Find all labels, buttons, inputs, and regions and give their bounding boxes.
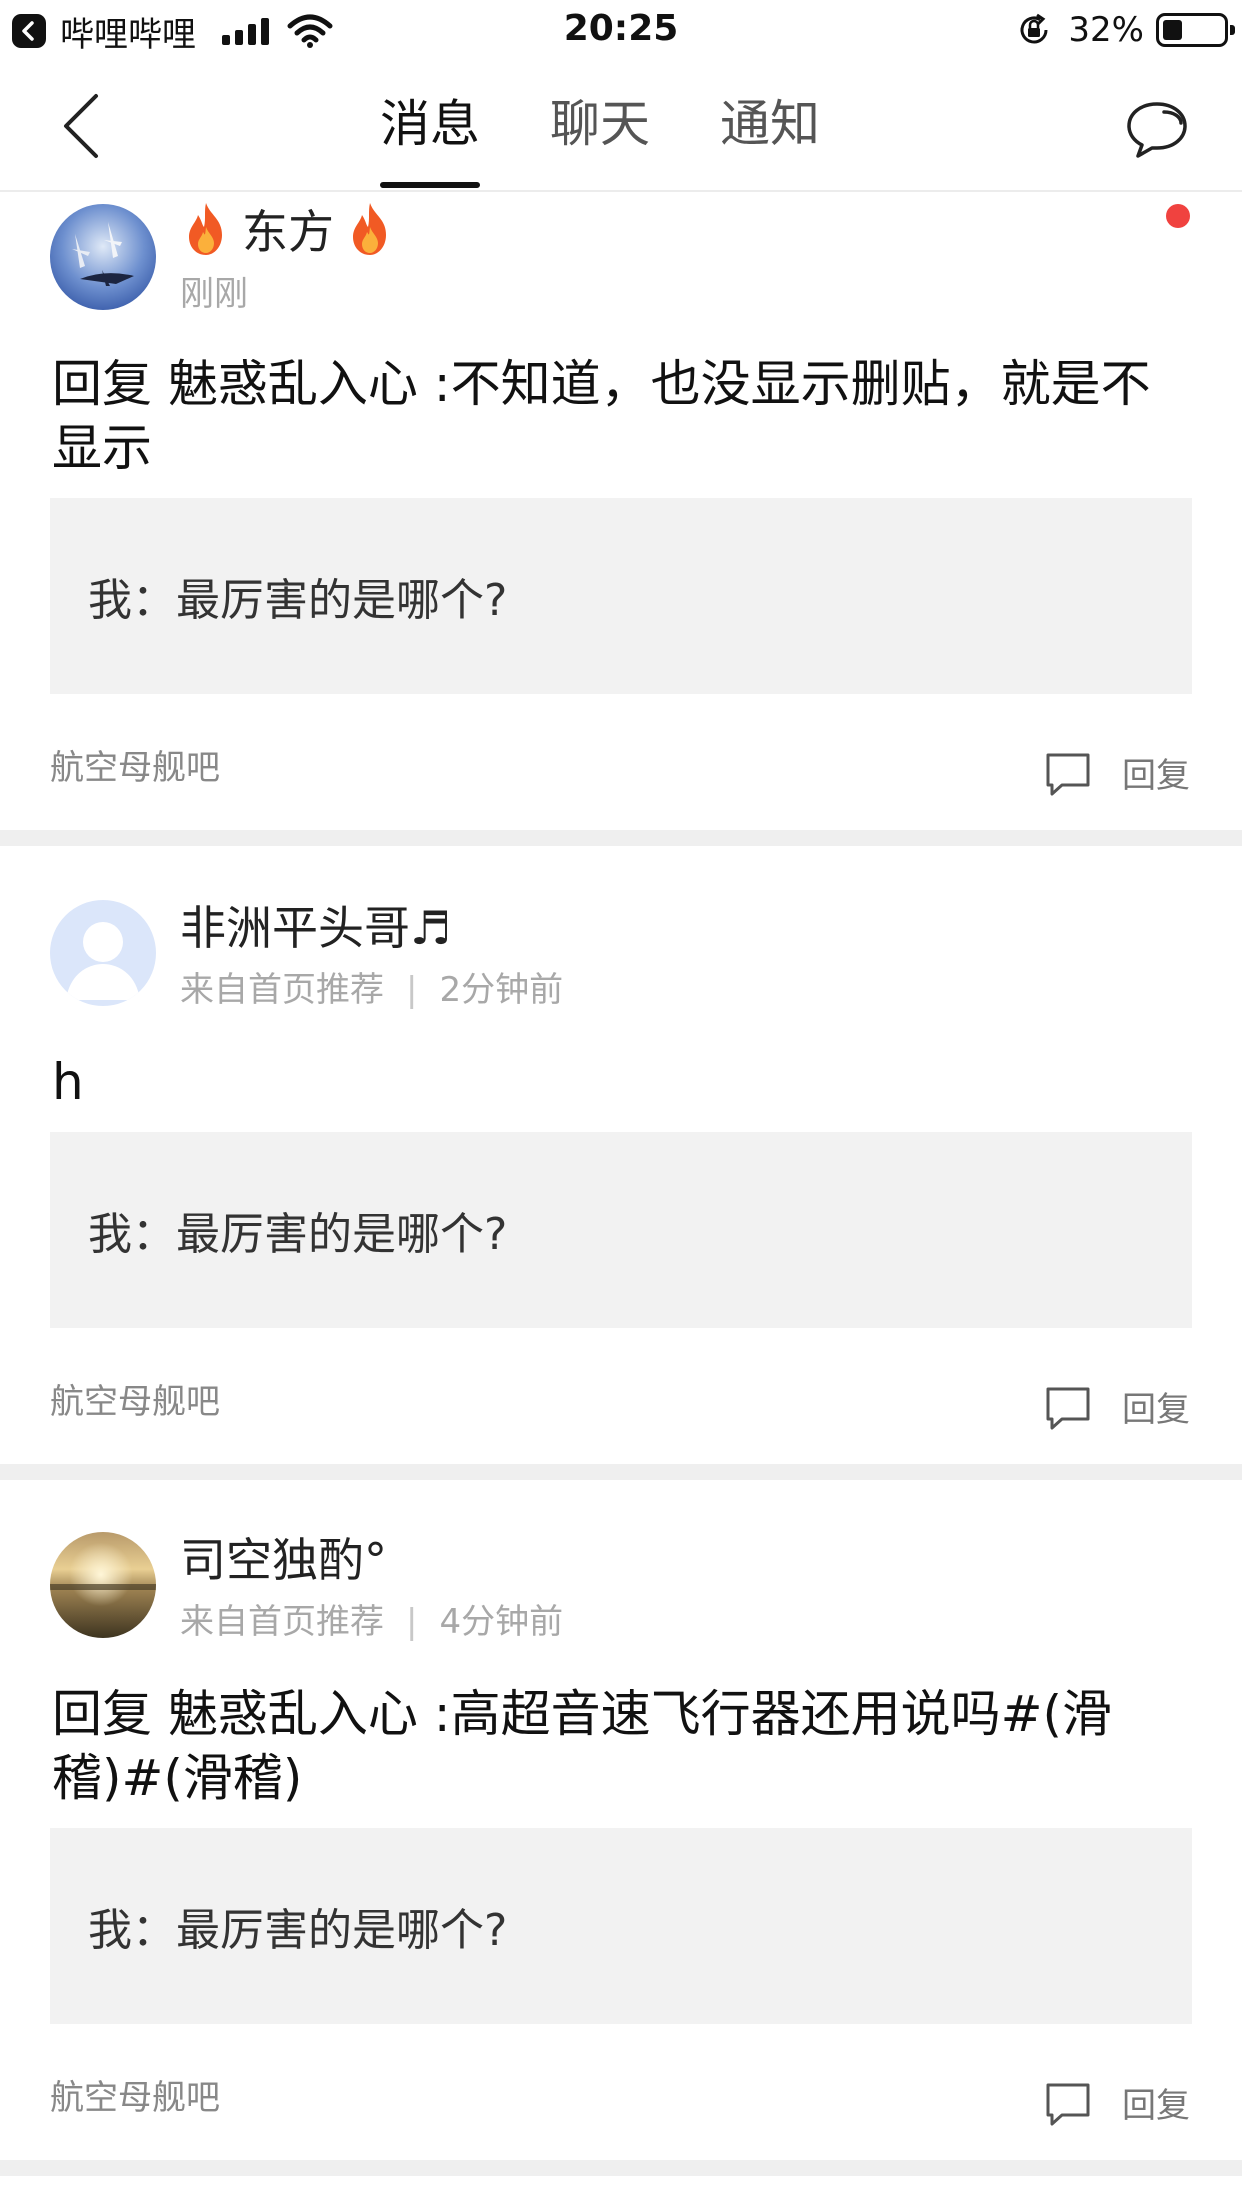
author-name[interactable]: 非洲平头哥♬ xyxy=(180,892,451,958)
card-separator xyxy=(0,1464,1242,1480)
avatar[interactable] xyxy=(50,204,156,310)
quoted-post[interactable]: 我：最厉害的是哪个? xyxy=(50,1132,1192,1328)
comment-icon xyxy=(1046,753,1090,795)
reply-content[interactable]: 回复 魅惑乱入心 :高超音速飞行器还用说吗#(滑稽)#(滑稽) xyxy=(52,1682,1190,1810)
tab-chat[interactable]: 聊天 xyxy=(550,90,650,166)
meta-separator: | xyxy=(406,970,418,1010)
reply-button[interactable]: 回复 xyxy=(1044,748,1190,797)
quoted-text: 我：最厉害的是哪个? xyxy=(88,1209,508,1260)
quoted-text: 我：最厉害的是哪个? xyxy=(88,1905,508,1956)
top-navigation: 消息 聊天 通知 xyxy=(0,62,1242,192)
post-source: 来自首页推荐 xyxy=(180,970,384,1010)
post-time: 刚刚 xyxy=(180,274,248,314)
back-arrow-icon[interactable] xyxy=(58,92,102,160)
battery-percent: 32% xyxy=(1068,10,1144,50)
forum-name[interactable]: 航空母舰吧 xyxy=(50,1374,220,1423)
quoted-post[interactable]: 我：最厉害的是哪个? xyxy=(50,498,1192,694)
reply-label: 回复 xyxy=(1122,756,1190,796)
chat-bubble-icon[interactable] xyxy=(1124,96,1190,162)
rotation-lock-icon xyxy=(1020,13,1048,44)
post-source: 来自首页推荐 xyxy=(180,1602,384,1642)
forum-name[interactable]: 航空母舰吧 xyxy=(50,2070,220,2119)
post-meta: 刚刚 xyxy=(180,266,248,315)
message-card[interactable]: 非洲平头哥♬ 来自首页推荐 | 2分钟前 h 我：最厉害的是哪个? 航空母舰吧 回复 xyxy=(0,846,1242,1464)
tab-label: 消息 xyxy=(380,95,480,153)
avatar[interactable] xyxy=(50,1532,156,1638)
tab-notifications[interactable]: 通知 xyxy=(720,90,820,166)
post-time: 4分钟前 xyxy=(439,1602,564,1642)
tab-label: 通知 xyxy=(720,95,820,153)
battery-icon xyxy=(1156,13,1235,47)
reply-button[interactable]: 回复 xyxy=(1044,2078,1190,2127)
comment-icon xyxy=(1046,2083,1090,2125)
status-bar: 哔哩哔哩 20:25 32% xyxy=(0,0,1242,62)
comment-icon xyxy=(1046,1387,1090,1429)
forum-name[interactable]: 航空母舰吧 xyxy=(50,740,220,789)
post-meta: 来自首页推荐 | 2分钟前 xyxy=(180,962,563,1011)
author-name[interactable]: 东方 xyxy=(242,196,334,262)
reply-content[interactable]: 回复 魅惑乱入心 :不知道，也没显示删贴，就是不显示 xyxy=(52,352,1190,480)
meta-separator: | xyxy=(406,1602,418,1642)
post-time: 2分钟前 xyxy=(439,970,564,1010)
card-separator xyxy=(0,2160,1242,2176)
quoted-post[interactable]: 我：最厉害的是哪个? xyxy=(50,1828,1192,2024)
tab-label: 聊天 xyxy=(550,95,650,153)
card-separator xyxy=(0,830,1242,846)
avatar[interactable] xyxy=(50,900,156,1006)
fire-icon xyxy=(189,203,222,255)
message-card[interactable]: 东方 刚刚 回复 魅惑乱入心 :不知道，也没显示删贴，就是不显示 我：最厉害的是… xyxy=(0,194,1242,830)
quoted-text: 我：最厉害的是哪个? xyxy=(88,575,508,626)
post-meta: 来自首页推荐 | 4分钟前 xyxy=(180,1594,563,1643)
active-tab-indicator xyxy=(380,182,480,188)
reply-label: 回复 xyxy=(1122,1390,1190,1430)
reply-label: 回复 xyxy=(1122,2086,1190,2126)
reply-content[interactable]: h xyxy=(52,1050,1190,1114)
author-name[interactable]: 司空独酌° xyxy=(180,1524,387,1590)
reply-button[interactable]: 回复 xyxy=(1044,1382,1190,1431)
unread-dot xyxy=(1166,204,1190,228)
fire-icon xyxy=(353,203,386,255)
message-card[interactable]: 司空独酌° 来自首页推荐 | 4分钟前 回复 魅惑乱入心 :高超音速飞行器还用说吗#… xyxy=(0,1480,1242,2160)
tab-bar: 消息 聊天 通知 xyxy=(380,90,820,188)
tab-messages[interactable]: 消息 xyxy=(380,90,480,188)
